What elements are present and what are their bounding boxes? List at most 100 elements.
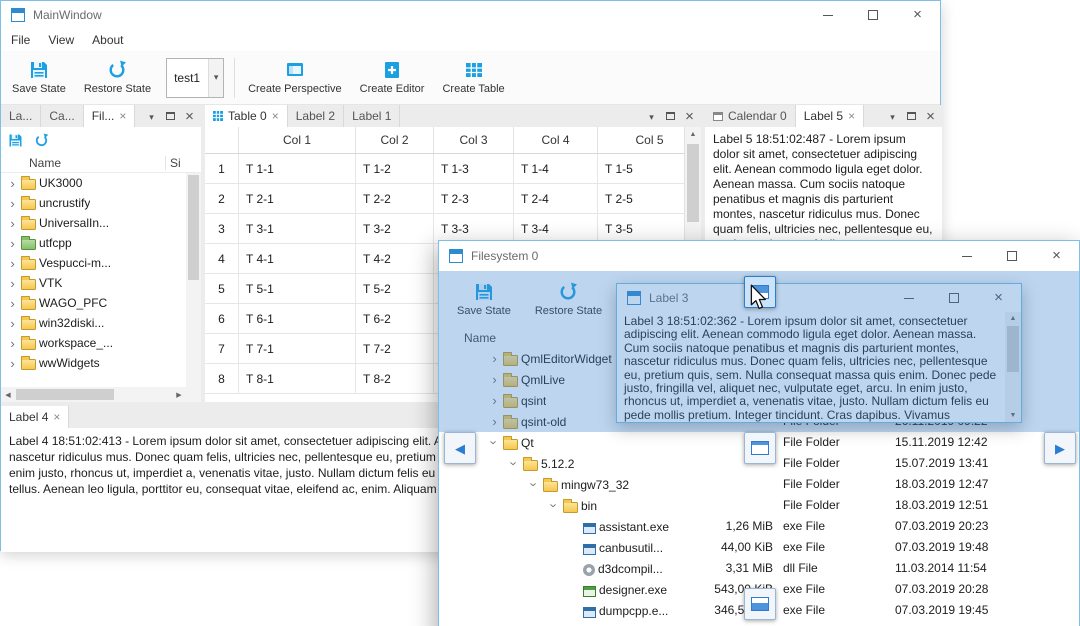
close-button[interactable] (895, 1, 940, 29)
tree-item[interactable]: UniversalIn... (1, 213, 201, 233)
table-cell[interactable]: T 5-1 (239, 274, 356, 303)
fs-row[interactable]: mingw73_32 File Folder 18.03.2019 12:47 (439, 474, 1079, 495)
main-titlebar[interactable]: MainWindow (1, 1, 940, 29)
create-table-button[interactable]: Create Table (433, 53, 513, 103)
row-header[interactable]: 3 (205, 214, 239, 243)
table-cell[interactable]: T 6-1 (239, 304, 356, 333)
tab-close-icon[interactable] (848, 109, 855, 123)
dock-indicator-bottom[interactable] (744, 588, 776, 620)
tab-label-4[interactable]: Label 4 (1, 406, 70, 428)
tab-close-icon[interactable] (272, 109, 279, 123)
minimize-button[interactable] (805, 1, 850, 29)
menu-item[interactable]: About (83, 30, 132, 50)
dock-menu-button[interactable] (143, 108, 160, 125)
table-cell[interactable]: T 3-2 (356, 214, 434, 243)
row-header[interactable]: 7 (205, 334, 239, 363)
maximize-button[interactable] (850, 1, 895, 29)
table-cell[interactable]: T 5-2 (356, 274, 434, 303)
expander-icon[interactable] (7, 237, 18, 250)
tab-close-icon[interactable] (119, 109, 126, 123)
tab-calendar-1[interactable]: Ca... (41, 105, 84, 127)
maximize-button[interactable] (989, 241, 1034, 271)
menu-item[interactable]: File (2, 30, 39, 50)
fs-row[interactable]: canbusutil... 44,00 KiB exe File 07.03.2… (439, 537, 1079, 558)
minimize-button[interactable] (944, 241, 989, 271)
tab-label-0[interactable]: La... (1, 105, 42, 127)
row-header[interactable]: 6 (205, 304, 239, 333)
scroll-left-icon[interactable]: ◀ (1, 391, 15, 399)
scrollbar-thumb[interactable] (16, 389, 114, 400)
combo-dropdown-icon[interactable] (208, 58, 224, 97)
expander-icon[interactable] (7, 297, 18, 310)
dock-close-button[interactable] (681, 108, 698, 125)
corner-header[interactable] (205, 127, 239, 153)
create-perspective-button[interactable]: Create Perspective (239, 53, 351, 103)
tab-close-icon[interactable] (53, 410, 60, 424)
table-cell[interactable]: T 7-1 (239, 334, 356, 363)
row-header[interactable]: 8 (205, 364, 239, 393)
column-header[interactable]: Col 4 (514, 127, 598, 153)
tree-item[interactable]: uncrustify (1, 193, 201, 213)
tree-item[interactable]: utfcpp (1, 233, 201, 253)
fs-row[interactable]: bin File Folder 18.03.2019 12:51 (439, 495, 1079, 516)
tree-item[interactable]: win32diski... (1, 313, 201, 333)
tab-label-1[interactable]: Label 1 (344, 105, 401, 127)
tree-item[interactable]: wwWidgets (1, 353, 201, 373)
tree-item[interactable]: WAGO_PFC (1, 293, 201, 313)
table-cell[interactable]: T 2-3 (434, 184, 514, 213)
expander-icon[interactable] (7, 177, 18, 190)
table-cell[interactable]: T 3-4 (514, 214, 598, 243)
table-cell[interactable]: T 4-1 (239, 244, 356, 273)
tab-label-2[interactable]: Label 2 (288, 105, 345, 127)
column-size[interactable]: Si (165, 155, 201, 170)
row-header[interactable]: 2 (205, 184, 239, 213)
expander-icon[interactable] (7, 317, 18, 330)
horizontal-scrollbar[interactable]: ◀ ▶ (1, 387, 186, 402)
expander-icon[interactable] (549, 499, 560, 512)
table-cell[interactable]: T 4-2 (356, 244, 434, 273)
dock-menu-button[interactable] (884, 108, 901, 125)
restore-state-button[interactable]: Restore State (75, 53, 160, 103)
create-editor-button[interactable]: Create Editor (351, 53, 434, 103)
tree-item[interactable]: UK3000 (1, 173, 201, 193)
dock-indicator-right[interactable]: ▶ (1044, 432, 1076, 464)
scrollbar-thumb[interactable] (687, 144, 699, 222)
table-cell[interactable]: T 2-1 (239, 184, 356, 213)
column-name[interactable]: Name (1, 156, 165, 170)
scrollbar-thumb[interactable] (188, 175, 199, 280)
table-cell[interactable]: T 8-1 (239, 364, 356, 393)
tab-filesystem-1[interactable]: Fil... (83, 105, 136, 127)
restore-icon[interactable] (34, 132, 49, 148)
menu-item[interactable]: View (39, 30, 83, 50)
dock-indicator-left[interactable]: ◀ (444, 432, 476, 464)
table-row[interactable]: 1 T 1-1 T 1-2 T 1-3 T 1-4 T 1-5 (205, 154, 701, 184)
column-header[interactable]: Col 1 (239, 127, 356, 153)
table-cell[interactable]: T 3-1 (239, 214, 356, 243)
expander-icon[interactable] (489, 436, 500, 449)
column-header[interactable]: Col 2 (356, 127, 434, 153)
dock-indicator-center[interactable] (744, 432, 776, 464)
vertical-scrollbar[interactable] (186, 173, 201, 387)
dock-float-button[interactable] (662, 108, 679, 125)
save-state-button[interactable]: Save State (3, 53, 75, 103)
table-cell[interactable]: T 1-1 (239, 154, 356, 183)
expander-icon[interactable] (7, 337, 18, 350)
expander-icon[interactable] (7, 217, 18, 230)
expander-icon[interactable] (7, 277, 18, 290)
table-cell[interactable]: T 1-2 (356, 154, 434, 183)
dock-menu-button[interactable] (643, 108, 660, 125)
table-cell[interactable]: T 1-4 (514, 154, 598, 183)
row-header[interactable]: 4 (205, 244, 239, 273)
fs-row[interactable]: dumpdoc.e... 250,50 KiB exe File 07.03.2… (439, 621, 1079, 626)
expander-icon[interactable] (509, 457, 520, 470)
filesystem-titlebar[interactable]: Filesystem 0 (439, 241, 1079, 271)
tree-item[interactable]: VTK (1, 273, 201, 293)
dock-close-button[interactable] (922, 108, 939, 125)
dock-float-button[interactable] (162, 108, 179, 125)
table-cell[interactable]: T 6-2 (356, 304, 434, 333)
dock-float-button[interactable] (903, 108, 920, 125)
table-cell[interactable]: T 2-4 (514, 184, 598, 213)
table-cell[interactable]: T 1-3 (434, 154, 514, 183)
fs-row[interactable]: d3dcompil... 3,31 MiB dll File 11.03.201… (439, 558, 1079, 579)
tree-item[interactable]: Vespucci-m... (1, 253, 201, 273)
